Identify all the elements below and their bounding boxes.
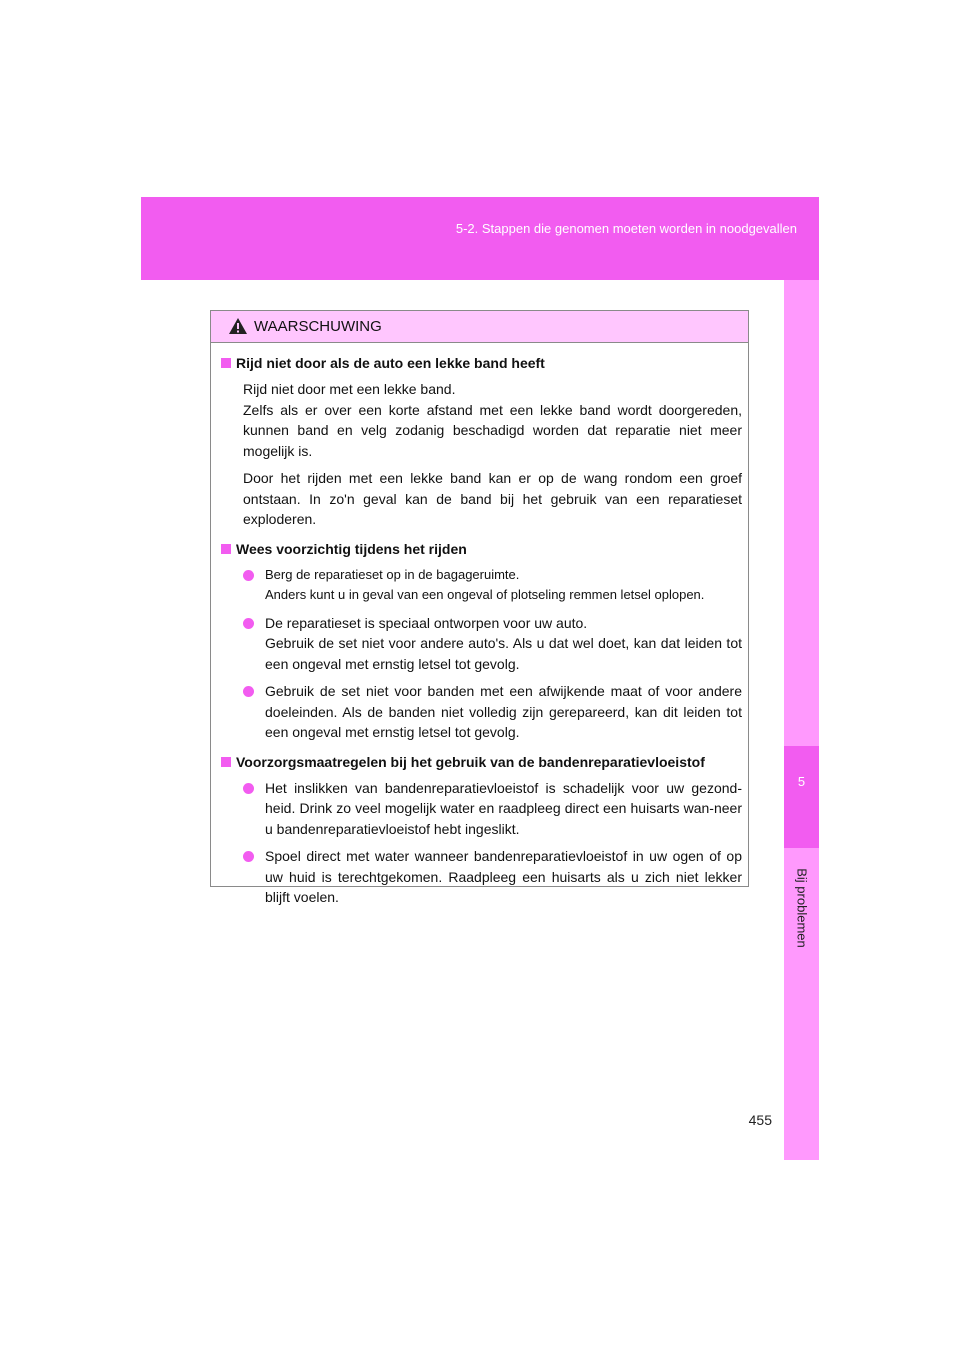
- section-title: 5-2. Stappen die genomen moeten worden i…: [455, 221, 797, 236]
- section-header-band: 5-2. Stappen die genomen moeten worden i…: [141, 197, 819, 280]
- chapter-number-tab: 5: [784, 746, 819, 848]
- warning-triangle-icon: [229, 318, 247, 334]
- section-heading: Voorzorgsmaatregelen bij het gebruik van…: [221, 752, 742, 772]
- round-bullet-icon: [243, 782, 254, 794]
- list-item: Berg de reparatieset op in de bagageruim…: [243, 565, 742, 606]
- square-bullet-icon: [221, 543, 231, 554]
- round-bullet-icon: [243, 851, 254, 862]
- chapter-title: Bij problemen: [794, 868, 809, 948]
- chapter-number: 5: [797, 774, 806, 789]
- warning-title: WAARSCHUWING: [254, 318, 382, 335]
- paragraph: Zelfs als er over een korte afstand met …: [243, 401, 742, 459]
- section-heading: Wees voorzichtig tijdens het rijden: [221, 539, 742, 559]
- warning-section: Voorzorgsmaatregelen bij het gebruik van…: [221, 752, 742, 908]
- square-bullet-icon: [221, 358, 231, 368]
- warning-box: WAARSCHUWING Rijd niet door als de auto …: [210, 310, 749, 905]
- paragraph: Rijd niet door met een lekke band.: [243, 381, 456, 397]
- section-heading: Rijd niet door als de auto een lekke ban…: [221, 353, 742, 373]
- warning-section: Rijd niet door als de auto een lekke ban…: [221, 353, 742, 530]
- round-bullet-icon: [243, 686, 254, 697]
- list-item: Het inslikken van bandenreparatievloeist…: [243, 778, 742, 840]
- warning-body: Rijd niet door als de auto een lekke ban…: [211, 343, 748, 908]
- round-bullet-icon: [243, 569, 254, 581]
- square-bullet-icon: [221, 756, 231, 767]
- paragraph: Door het rijden met een lekke band kan e…: [243, 470, 742, 527]
- list-item: De reparatieset is speciaal ontworpen vo…: [243, 613, 742, 675]
- chapter-title-label: Bij problemen: [784, 848, 819, 968]
- list-item: Spoel direct met water wanneer bandenrep…: [243, 846, 742, 908]
- list-item: Gebruik de set niet voor banden met een …: [243, 681, 742, 743]
- warning-header: WAARSCHUWING: [211, 311, 748, 343]
- warning-section: Wees voorzichtig tijdens het rijden Berg…: [221, 539, 742, 743]
- chapter-side-tab: [784, 280, 819, 1160]
- page-number: 455: [748, 1112, 772, 1128]
- round-bullet-icon: [243, 617, 254, 629]
